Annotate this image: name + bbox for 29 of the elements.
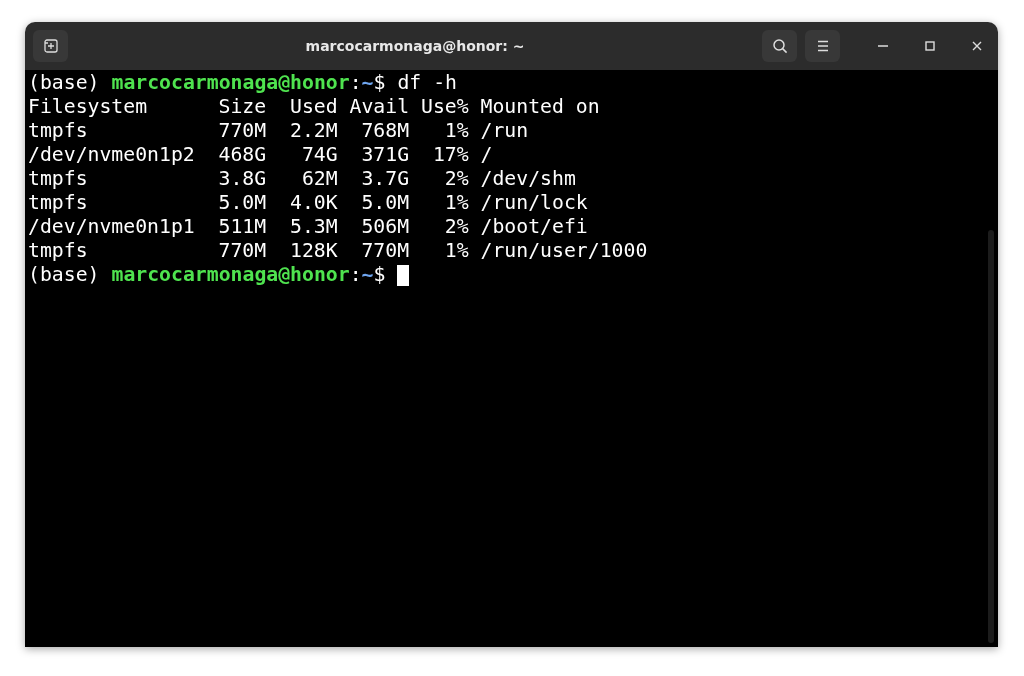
- prompt-separator: :: [349, 71, 362, 95]
- scrollbar[interactable]: [988, 230, 994, 643]
- minimize-icon: [878, 45, 888, 47]
- prompt-path: ~: [361, 263, 374, 287]
- output-line: Filesystem Size Used Avail Use% Mounted on: [28, 95, 601, 119]
- command-text: df -h: [397, 71, 457, 95]
- window-title: marcocarmonaga@honor: ~: [304, 38, 526, 54]
- prompt-env: (base): [28, 71, 100, 95]
- prompt-separator: :: [349, 263, 362, 287]
- prompt-symbol: $: [373, 263, 386, 287]
- prompt-user-host: marcocarmonaga@honor: [111, 71, 350, 95]
- prompt-path: ~: [361, 71, 374, 95]
- new-tab-icon: [43, 39, 58, 53]
- output-line: tmpfs 770M 128K 770M 1% /run/user/1000: [28, 239, 649, 263]
- new-tab-button[interactable]: [33, 30, 68, 62]
- prompt-env: (base): [28, 263, 100, 287]
- menu-icon: [815, 40, 830, 52]
- close-icon: [972, 41, 982, 51]
- menu-button[interactable]: [805, 30, 840, 62]
- output-line: tmpfs 3.8G 62M 3.7G 2% /dev/shm: [28, 167, 577, 191]
- search-button[interactable]: [762, 30, 797, 62]
- prompt-symbol: $: [373, 71, 386, 95]
- output-line: /dev/nvme0n1p1 511M 5.3M 506M 2% /boot/efi: [28, 215, 589, 239]
- output-line: /dev/nvme0n1p2 468G 74G 371G 17% /: [28, 143, 494, 167]
- maximize-icon: [925, 41, 935, 51]
- prompt-user-host: marcocarmonaga@honor: [111, 263, 350, 287]
- output-line: tmpfs 770M 2.2M 768M 1% /run: [28, 119, 530, 143]
- output-line: tmpfs 5.0M 4.0K 5.0M 1% /run/lock: [28, 191, 589, 215]
- search-icon: [771, 38, 788, 54]
